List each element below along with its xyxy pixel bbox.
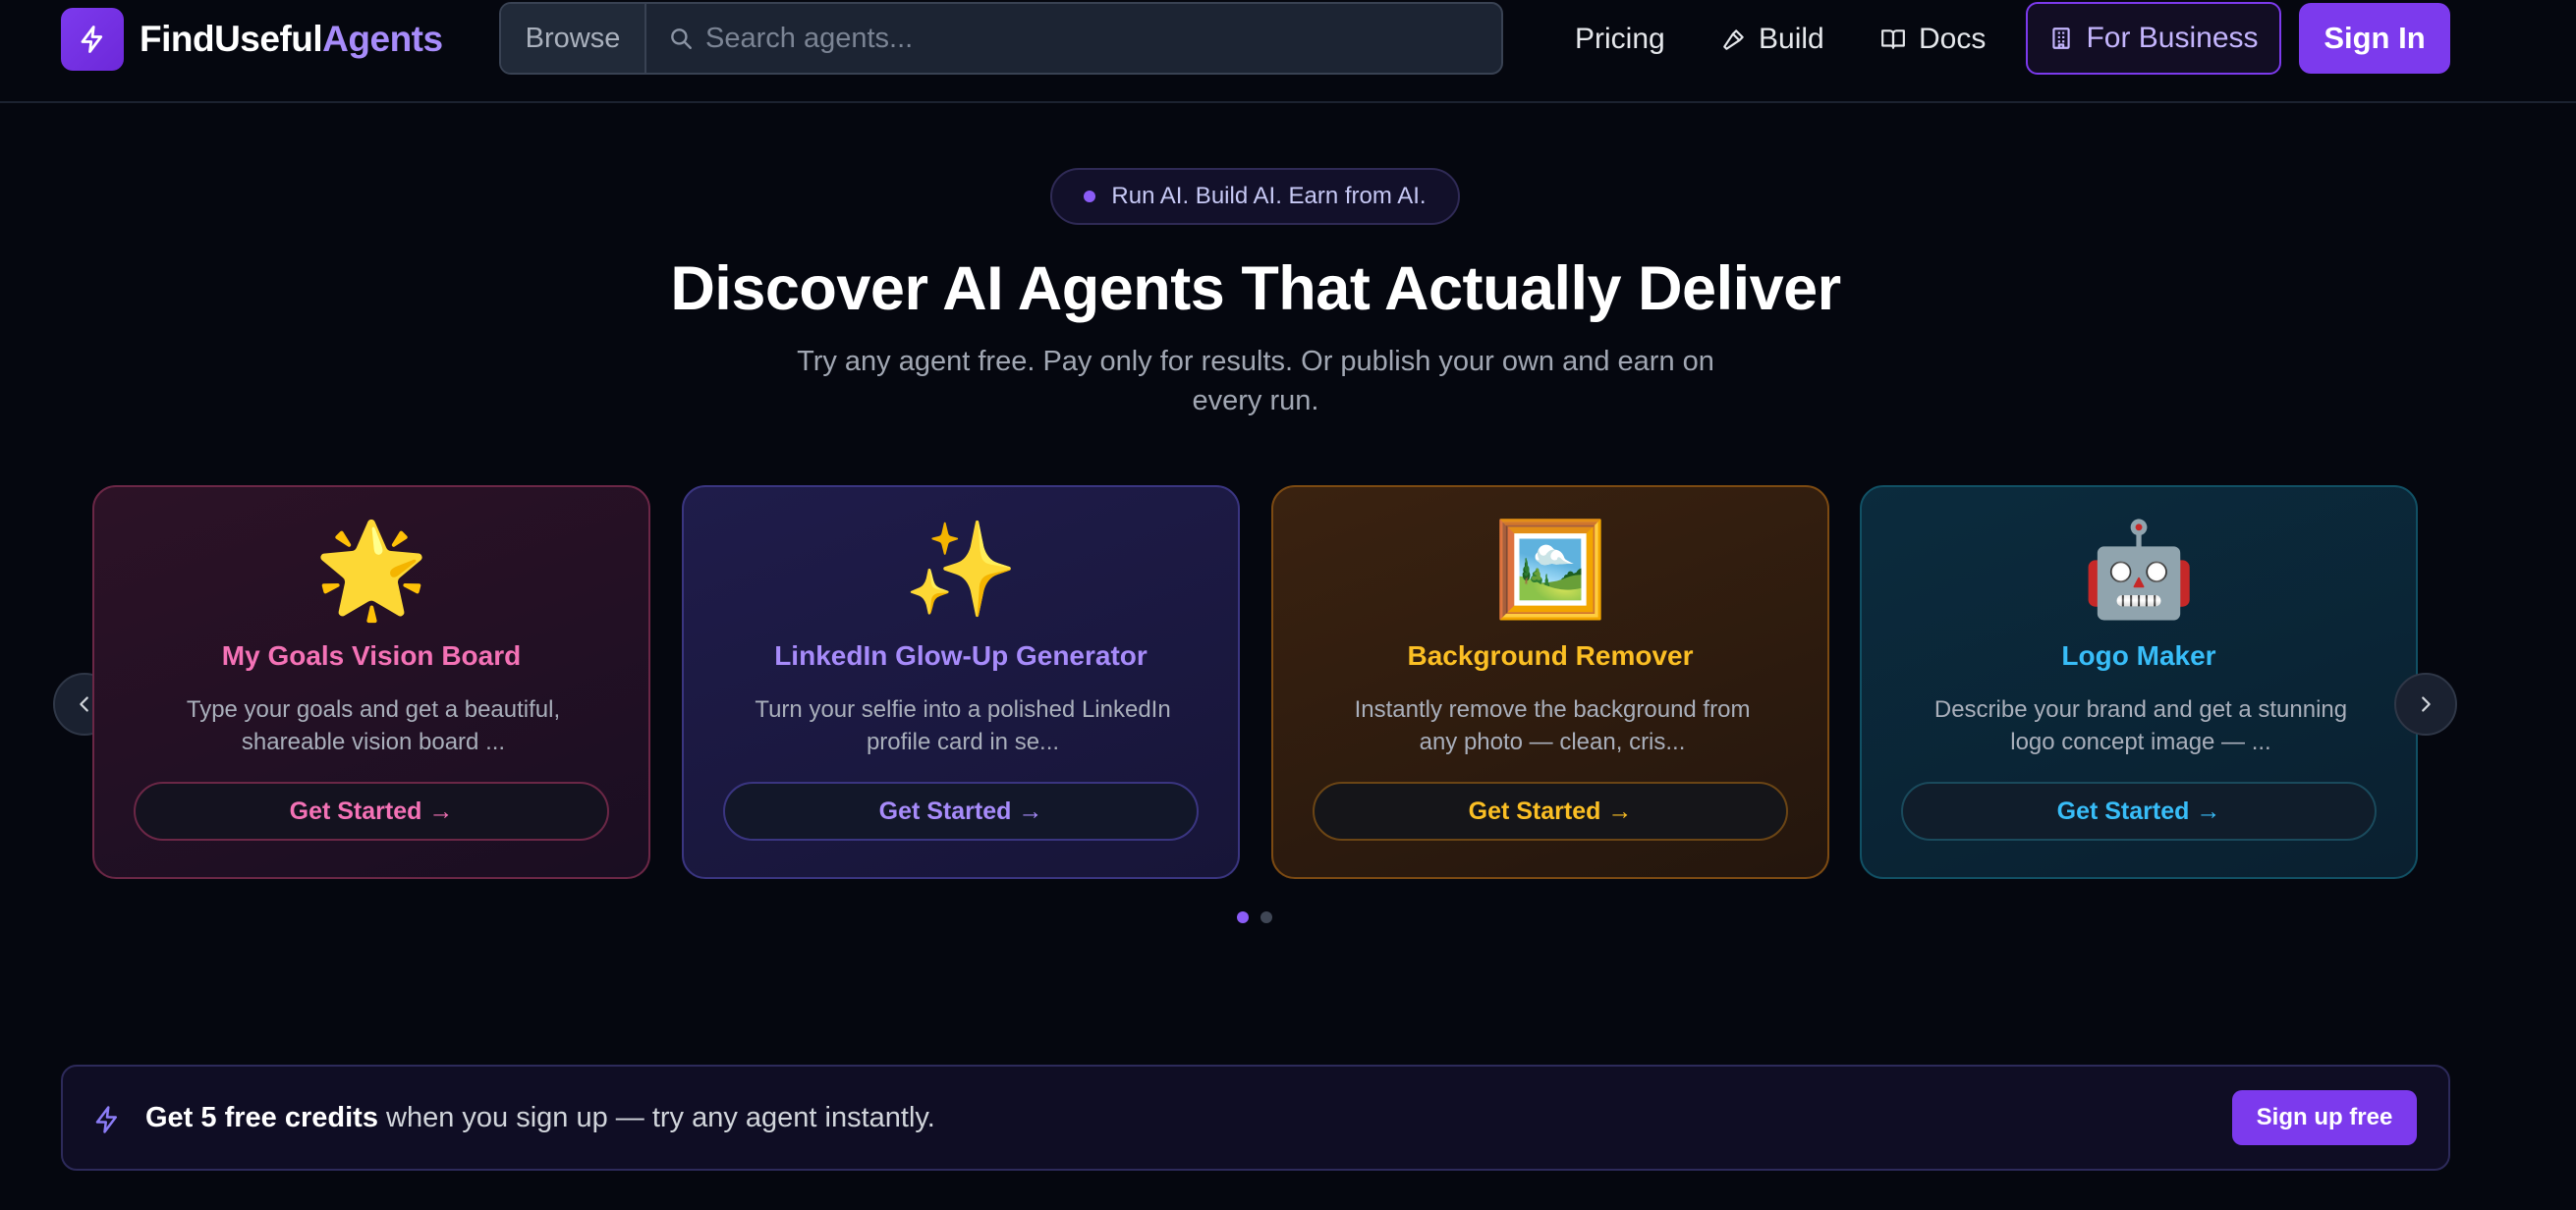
brand-name: FindUsefulAgents xyxy=(140,19,443,59)
chevron-right-icon xyxy=(2415,693,2436,715)
tagline-badge: Run AI. Build AI. Earn from AI. xyxy=(1050,168,1460,225)
agent-card[interactable]: 🖼️ Background Remover Instantly remove t… xyxy=(1271,485,1829,879)
get-started-button[interactable]: Get Started → xyxy=(1901,782,2377,841)
get-started-button[interactable]: Get Started → xyxy=(134,782,609,841)
nav-build-label: Build xyxy=(1759,23,1824,55)
banner-rest: when you sign up — try any agent instant… xyxy=(377,1102,935,1133)
agent-card-title: Logo Maker xyxy=(2061,640,2216,671)
agent-card-title: My Goals Vision Board xyxy=(221,640,522,671)
agent-card-description: Type your goals and get a beautiful, sha… xyxy=(186,696,561,755)
hero-subtitle: Try any agent free. Pay only for results… xyxy=(797,346,1714,416)
agent-card-title: LinkedIn Glow-Up Generator xyxy=(774,640,1148,671)
nav-docs-label: Docs xyxy=(1919,23,1987,55)
nav-pricing-label: Pricing xyxy=(1575,23,1665,55)
nav-docs[interactable]: Docs xyxy=(1879,8,1986,71)
get-started-button[interactable]: Get Started → xyxy=(723,782,1199,841)
carousel-next-button[interactable] xyxy=(2394,673,2457,736)
banner-highlight: Get 5 free credits xyxy=(145,1102,378,1133)
free-credits-banner: Get 5 free credits when you sign up — tr… xyxy=(61,1065,2450,1171)
carousel-dot-1[interactable] xyxy=(1237,911,1249,923)
agent-card-description: Describe your brand and get a stunning l… xyxy=(1933,696,2348,755)
get-started-button[interactable]: Get Started → xyxy=(1313,782,1788,841)
carousel-dot-2[interactable] xyxy=(1260,911,1272,923)
search-input[interactable] xyxy=(698,4,1501,73)
tagline-text: Run AI. Build AI. Earn from AI. xyxy=(1111,183,1427,209)
building-icon xyxy=(2048,25,2074,52)
agent-card-description: Turn your selfie into a polished LinkedI… xyxy=(755,696,1171,755)
agent-card[interactable]: 🤖 Logo Maker Describe your brand and get… xyxy=(1860,485,2418,879)
badge-dot xyxy=(1084,191,1096,202)
agent-card[interactable]: ✨ LinkedIn Glow-Up Generator Turn your s… xyxy=(682,485,1240,879)
star-icon: 🌟 xyxy=(313,518,429,621)
robot-icon: 🤖 xyxy=(2081,518,2197,621)
sign-in-button[interactable]: Sign In xyxy=(2299,3,2450,74)
bolt-icon xyxy=(92,1103,122,1136)
brand-logo[interactable]: FindUsefulAgents xyxy=(61,8,443,71)
sparkles-icon: ✨ xyxy=(903,518,1019,621)
book-icon xyxy=(1879,27,1907,52)
hero-title: Discover AI Agents That Actually Deliver xyxy=(670,254,1841,323)
bolt-icon xyxy=(61,8,124,71)
for-business-label: For Business xyxy=(2086,22,2259,54)
framed-picture-icon: 🖼️ xyxy=(1492,518,1608,621)
hammer-icon xyxy=(1721,27,1747,52)
top-navbar: FindUsefulAgents Browse Pricing Build Do… xyxy=(0,0,2576,103)
carousel-pagination xyxy=(1237,911,1284,923)
sign-up-free-button[interactable]: Sign up free xyxy=(2232,1090,2417,1145)
browse-button[interactable]: Browse xyxy=(501,4,646,73)
nav-build[interactable]: Build xyxy=(1721,8,1824,71)
agent-card-description: Instantly remove the background from any… xyxy=(1354,696,1751,755)
for-business-button[interactable]: For Business xyxy=(2026,2,2281,75)
search-icon xyxy=(668,24,698,53)
nav-pricing[interactable]: Pricing xyxy=(1575,8,1665,71)
agent-card[interactable]: 🌟 My Goals Vision Board Type your goals … xyxy=(92,485,650,879)
agent-card-title: Background Remover xyxy=(1407,640,1694,671)
banner-text: Get 5 free credits when you sign up — tr… xyxy=(145,1102,935,1134)
search-bar: Browse xyxy=(499,2,1503,75)
